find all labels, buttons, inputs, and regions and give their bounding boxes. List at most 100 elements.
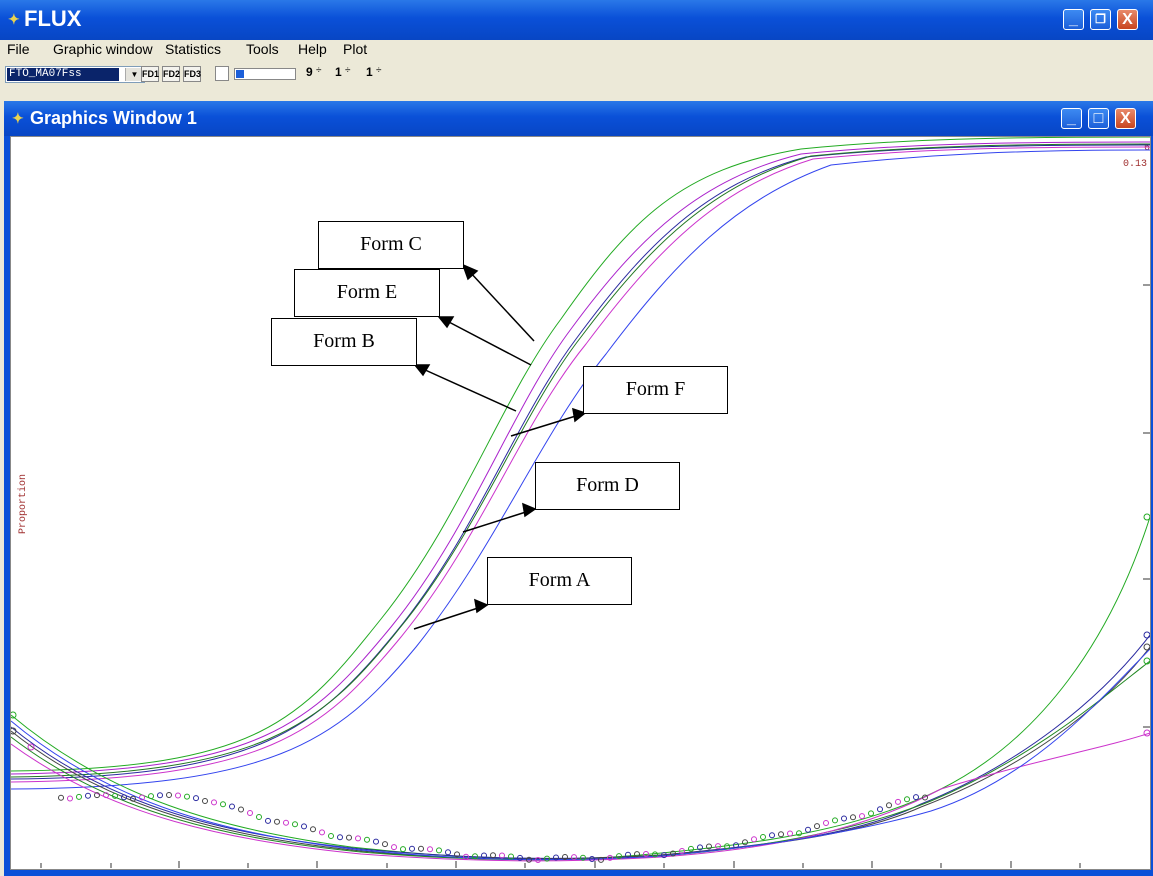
info-point <box>157 792 163 799</box>
spinner-1-value[interactable]: 9 <box>306 65 313 79</box>
info-point <box>265 817 271 824</box>
zoom-slider-fill <box>236 70 244 78</box>
menu-file[interactable]: File <box>7 41 30 57</box>
info-point <box>742 839 748 846</box>
info-point <box>337 834 343 841</box>
info-point <box>427 846 433 853</box>
info-point <box>877 806 883 813</box>
arrow-form-b <box>422 368 517 412</box>
info-point <box>175 792 181 799</box>
form-label-e: Form E <box>294 269 440 317</box>
y-axis-label: Proportion <box>17 474 29 534</box>
spinner-1-arrows-icon[interactable]: ÷ <box>316 65 322 76</box>
endpoint-marker <box>1143 513 1150 521</box>
zoom-slider[interactable] <box>234 68 296 80</box>
graphics-window-title-bar: ✦ Graphics Window 1 _ □ X <box>4 101 1153 136</box>
minimize-icon: _ <box>1067 110 1076 127</box>
form-label-d: Form D <box>535 462 680 510</box>
spinner-3-value[interactable]: 1 <box>366 65 373 79</box>
gw-minimize-button[interactable]: _ <box>1061 108 1082 129</box>
info-point <box>418 845 424 852</box>
menu-help[interactable]: Help <box>298 41 327 57</box>
minimize-icon: _ <box>1069 11 1078 28</box>
info-point <box>67 795 73 802</box>
plot-area[interactable]: Proportion 6 0.13 Form C Form E Form B F… <box>10 136 1151 870</box>
maximize-icon: □ <box>1093 110 1104 127</box>
info-point <box>688 845 694 852</box>
info-point <box>832 817 838 824</box>
menu-statistics[interactable]: Statistics <box>165 41 221 57</box>
info-point <box>868 810 874 817</box>
info-point <box>895 798 901 805</box>
info-point <box>211 799 217 806</box>
spinner-3-arrows-icon[interactable]: ÷ <box>376 65 382 76</box>
info-point <box>400 846 406 853</box>
minimize-button[interactable]: _ <box>1063 9 1084 30</box>
info-point <box>148 793 154 800</box>
close-button[interactable]: X <box>1117 9 1138 30</box>
gw-close-button[interactable]: X <box>1115 108 1136 129</box>
arrowhead-form-d <box>522 502 537 518</box>
spinner-2-arrows-icon[interactable]: ÷ <box>345 65 351 76</box>
info-point <box>202 798 208 804</box>
arrowhead-form-a <box>474 598 489 614</box>
info-point <box>256 814 262 820</box>
right-axis-value-second: 0.13 <box>1123 159 1147 170</box>
info-point <box>715 843 721 850</box>
arrow-form-a <box>413 606 482 630</box>
fd2-button[interactable]: FD2 <box>162 66 180 82</box>
restore-button[interactable]: ❐ <box>1090 9 1111 30</box>
info-point <box>913 794 919 801</box>
menu-tools[interactable]: Tools <box>246 41 279 57</box>
info-point <box>382 841 388 848</box>
color-swatch-button[interactable] <box>215 66 229 81</box>
info-point <box>409 845 415 852</box>
dataset-select[interactable]: FTO_MA07Fss ▼ <box>5 66 145 83</box>
menu-plot[interactable]: Plot <box>343 41 367 57</box>
info-point <box>283 819 289 826</box>
x-axis-ticks <box>40 861 1081 868</box>
info-point <box>184 793 190 800</box>
info-point <box>355 835 361 842</box>
form-label-c: Form C <box>318 221 464 269</box>
info-point <box>751 836 757 843</box>
curve-purple <box>11 141 1150 775</box>
close-icon: X <box>1120 110 1131 127</box>
info-point <box>904 796 910 803</box>
info-point <box>364 836 370 843</box>
info-point <box>292 821 298 828</box>
arrow-form-f <box>510 414 580 437</box>
dataset-selected-value: FTO_MA07Fss <box>7 68 119 81</box>
info-point <box>886 802 892 809</box>
form-label-f: Form F <box>583 366 728 414</box>
graphics-window-title: Graphics Window 1 <box>30 108 197 128</box>
info-point <box>850 814 856 821</box>
graphics-window-icon: ✦ <box>12 110 24 126</box>
info-curve-blue <box>11 648 1150 861</box>
menu-bar: File Graphic window Statistics Tools Hel… <box>0 40 1153 60</box>
app-title-bar: ✦ FLUX _ ❐ X <box>0 0 1153 40</box>
spinner-2-value[interactable]: 1 <box>335 65 342 79</box>
arrow-form-c <box>468 270 535 342</box>
info-point <box>328 833 334 839</box>
info-point <box>769 832 775 839</box>
info-point <box>229 803 235 810</box>
menu-graphic-window[interactable]: Graphic window <box>53 41 153 57</box>
info-point <box>319 829 325 836</box>
graphics-window: ✦ Graphics Window 1 _ □ X Proportion 6 0… <box>4 101 1153 876</box>
info-point <box>787 830 793 837</box>
info-point <box>310 826 316 833</box>
close-icon: X <box>1122 11 1133 28</box>
info-point <box>373 838 379 845</box>
info-point <box>301 823 307 830</box>
info-point <box>436 847 442 854</box>
info-point <box>76 793 82 800</box>
fd1-button[interactable]: FD1 <box>141 66 159 82</box>
restore-icon: ❐ <box>1095 12 1106 26</box>
flux-app-icon: ✦ <box>8 11 20 27</box>
curve-dark-green <box>11 143 1150 778</box>
fd3-button[interactable]: FD3 <box>183 66 201 82</box>
app-title: FLUX <box>24 6 82 31</box>
info-curve-magenta <box>11 732 1150 862</box>
gw-maximize-button[interactable]: □ <box>1088 108 1109 129</box>
